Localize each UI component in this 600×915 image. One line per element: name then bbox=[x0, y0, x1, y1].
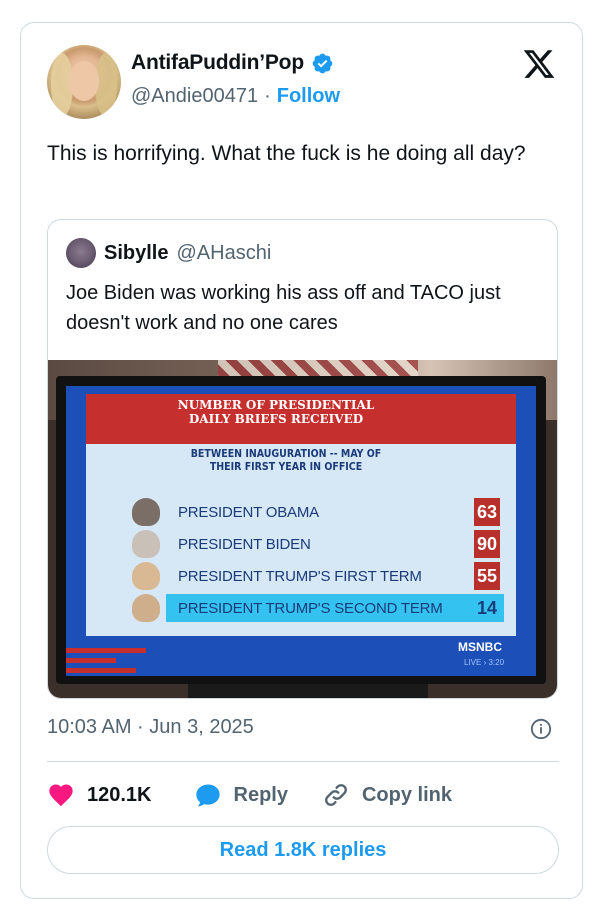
author-display-name[interactable]: AntifaPuddin’Pop bbox=[131, 51, 304, 75]
network-logo: MSNBC bbox=[458, 640, 502, 654]
graphic-subtitle: BETWEEN INAUGURATION -- MAY OF THEIR FIR… bbox=[190, 448, 382, 473]
reply-label: Reply bbox=[233, 783, 288, 806]
live-indicator: LIVE › 3:20 bbox=[464, 658, 505, 667]
quoted-author-name: Sibylle bbox=[104, 241, 169, 264]
x-logo-icon[interactable] bbox=[522, 47, 556, 81]
tv-screen: NUMBER OF PRESIDENTIAL DAILY BRIEFS RECE… bbox=[66, 386, 536, 676]
tv-stand bbox=[188, 684, 428, 698]
tweet-text: This is horrifying. What the fuck is he … bbox=[47, 142, 526, 165]
quoted-tweet-photo[interactable]: NUMBER OF PRESIDENTIAL DAILY BRIEFS RECE… bbox=[48, 360, 557, 698]
quoted-tweet[interactable]: Sibylle @AHaschi Joe Biden was working h… bbox=[47, 219, 558, 699]
graphic-title: NUMBER OF PRESIDENTIAL DAILY BRIEFS RECE… bbox=[177, 398, 375, 426]
copy-link-label: Copy link bbox=[361, 783, 452, 806]
reply-button[interactable]: Reply bbox=[194, 781, 288, 809]
graphic-row: PRESIDENT OBAMA 63 bbox=[86, 498, 516, 526]
author-name-row: AntifaPuddin’Pop bbox=[131, 51, 334, 75]
divider bbox=[47, 761, 559, 762]
read-replies-button[interactable]: Read 1.8K replies bbox=[47, 826, 559, 874]
author-avatar[interactable] bbox=[47, 45, 121, 119]
tweet-timestamp[interactable]: 10:03 AM · Jun 3, 2025 bbox=[47, 716, 254, 739]
quoted-author-avatar bbox=[66, 238, 96, 268]
author-handle-row: @Andie00471 · Follow bbox=[131, 85, 340, 108]
action-bar: 120.1K Reply Copy link bbox=[47, 781, 452, 809]
tweet-card: AntifaPuddin’Pop @Andie00471 · Follow Th… bbox=[20, 22, 583, 899]
separator: · bbox=[264, 85, 271, 107]
copy-link-button[interactable]: Copy link bbox=[322, 781, 452, 809]
graphic-row: PRESIDENT TRUMP'S SECOND TERM 14 bbox=[86, 594, 516, 622]
heart-icon bbox=[49, 784, 73, 807]
like-count: 120.1K bbox=[87, 783, 152, 806]
quoted-tweet-text: Joe Biden was working his ass off and TA… bbox=[66, 282, 501, 334]
follow-button[interactable]: Follow bbox=[277, 85, 340, 108]
author-handle[interactable]: @Andie00471 bbox=[131, 85, 258, 108]
verified-badge-icon bbox=[312, 53, 333, 73]
quoted-tweet-header: Sibylle @AHaschi bbox=[66, 238, 271, 268]
link-icon bbox=[325, 784, 347, 806]
like-button[interactable]: 120.1K bbox=[47, 781, 152, 809]
graphic-row: PRESIDENT TRUMP'S FIRST TERM 55 bbox=[86, 562, 516, 590]
graphic-row: PRESIDENT BIDEN 90 bbox=[86, 530, 516, 558]
quoted-author-handle: @AHaschi bbox=[176, 241, 272, 264]
info-icon[interactable] bbox=[530, 718, 552, 740]
reply-bubble-icon bbox=[195, 784, 220, 807]
